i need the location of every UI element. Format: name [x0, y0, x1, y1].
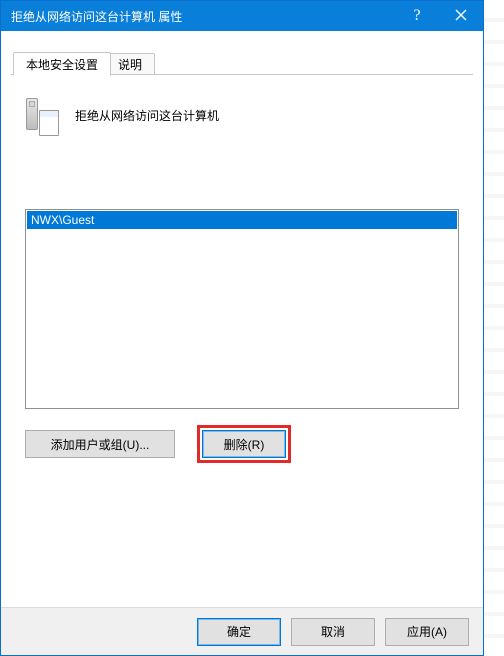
tab-label: 本地安全设置 [26, 56, 98, 73]
tab-label: 说明 [118, 56, 142, 73]
client-area: 本地安全设置 说明 拒绝从网络访问这台计算机 NWX\Guest [1, 31, 483, 655]
dialog-footer: 确定 取消 应用(A) [1, 607, 483, 655]
button-label: 确定 [227, 623, 251, 640]
properties-dialog: 拒绝从网络访问这台计算机 属性 ? 本地安全设置 说明 [0, 0, 484, 656]
tutorial-highlight: 删除(R) [197, 425, 291, 463]
window-title: 拒绝从网络访问这台计算机 属性 [11, 8, 395, 25]
user-list[interactable]: NWX\Guest [25, 209, 459, 409]
titlebar[interactable]: 拒绝从网络访问这台计算机 属性 ? [1, 1, 483, 31]
tab-local-security[interactable]: 本地安全设置 [13, 52, 111, 76]
help-button[interactable]: ? [395, 1, 439, 31]
button-label: 应用(A) [407, 623, 447, 640]
button-row: 添加用户或组(U)... 删除(R) [25, 425, 459, 463]
security-policy-icon [25, 94, 59, 136]
tab-pane-local-security: 拒绝从网络访问这台计算机 NWX\Guest 添加用户或组(U)... 删除(R… [11, 75, 473, 597]
close-icon [455, 8, 467, 24]
close-button[interactable] [439, 1, 483, 31]
add-user-or-group-button[interactable]: 添加用户或组(U)... [25, 430, 175, 458]
policy-header: 拒绝从网络访问这台计算机 [25, 91, 459, 139]
remove-button[interactable]: 删除(R) [202, 430, 286, 458]
tab-description[interactable]: 说明 [105, 53, 155, 75]
tab-strip: 本地安全设置 说明 [11, 45, 473, 75]
cancel-button[interactable]: 取消 [291, 618, 375, 646]
button-label: 取消 [321, 623, 345, 640]
list-item[interactable]: NWX\Guest [27, 211, 457, 229]
policy-title: 拒绝从网络访问这台计算机 [75, 107, 219, 124]
help-icon: ? [413, 7, 420, 25]
list-item-label: NWX\Guest [31, 213, 94, 227]
ok-button[interactable]: 确定 [197, 618, 281, 646]
apply-button[interactable]: 应用(A) [385, 618, 469, 646]
button-label: 添加用户或组(U)... [51, 436, 150, 453]
button-label: 删除(R) [224, 436, 265, 453]
